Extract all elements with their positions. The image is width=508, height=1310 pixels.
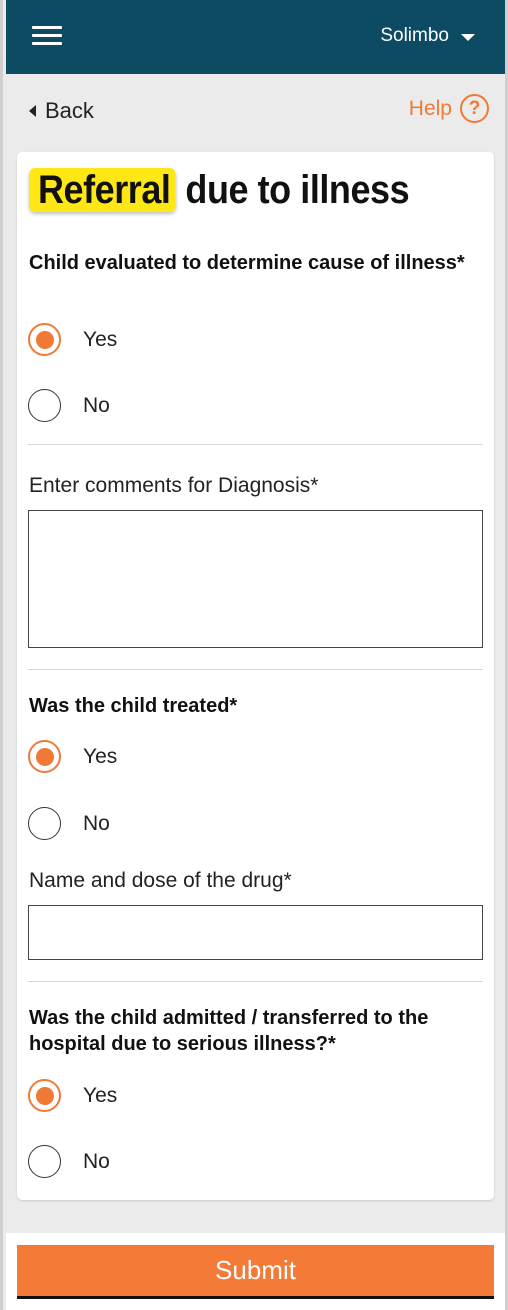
radio-label: No	[83, 811, 110, 835]
caret-down-icon	[461, 34, 475, 41]
radio-unchecked-icon	[28, 807, 61, 840]
radio-label: Yes	[83, 744, 118, 768]
divider	[28, 444, 483, 445]
radio-admitted-yes[interactable]: Yes	[28, 1079, 117, 1112]
radio-checked-icon	[28, 323, 61, 356]
radio-evaluated-no[interactable]: No	[28, 389, 110, 422]
title-rest: due to illness	[175, 168, 410, 212]
submit-bar: Submit	[6, 1233, 505, 1310]
back-label: Back	[45, 98, 94, 123]
submit-button[interactable]: Submit	[17, 1245, 494, 1299]
radio-unchecked-icon	[28, 389, 61, 422]
radio-treated-yes[interactable]: Yes	[28, 740, 117, 773]
radio-label: Yes	[83, 1083, 118, 1107]
radio-unchecked-icon	[28, 1145, 61, 1178]
page-title: Referral due to illness	[29, 168, 410, 213]
app-frame: Solimbo Back Help ? Referral due to illn…	[0, 0, 508, 1310]
help-label: Help	[408, 96, 452, 120]
diagnosis-label: Enter comments for Diagnosis*	[29, 474, 319, 497]
radio-label: Yes	[83, 327, 118, 351]
radio-checked-icon	[28, 740, 61, 773]
user-name: Solimbo	[380, 25, 449, 46]
drug-label: Name and dose of the drug*	[29, 869, 292, 892]
question-evaluated-label: Child evaluated to determine cause of il…	[29, 252, 465, 274]
radio-label: No	[83, 1149, 110, 1173]
nav-row: Back Help ?	[3, 92, 508, 132]
radio-admitted-no[interactable]: No	[28, 1145, 110, 1178]
radio-checked-icon	[28, 1079, 61, 1112]
back-arrow-icon	[29, 105, 36, 117]
hamburger-menu-icon[interactable]	[32, 26, 62, 46]
divider	[28, 669, 483, 670]
radio-label: No	[83, 393, 110, 417]
drug-input[interactable]	[28, 905, 483, 960]
question-treated-label: Was the child treated*	[29, 695, 238, 717]
question-admitted-label: Was the child admitted / transferred to …	[29, 1007, 429, 1055]
top-app-bar: Solimbo	[6, 0, 505, 74]
form-card: Referral due to illness Child evaluated …	[17, 152, 494, 1200]
radio-evaluated-yes[interactable]: Yes	[28, 323, 117, 356]
radio-treated-no[interactable]: No	[28, 807, 110, 840]
help-icon: ?	[460, 94, 489, 123]
back-button[interactable]: Back	[29, 98, 94, 124]
title-highlight: Referral	[29, 168, 176, 212]
diagnosis-textarea[interactable]	[28, 510, 483, 648]
user-menu-dropdown[interactable]: Solimbo	[380, 22, 475, 50]
help-button[interactable]: Help ?	[409, 94, 489, 123]
divider	[28, 981, 483, 982]
